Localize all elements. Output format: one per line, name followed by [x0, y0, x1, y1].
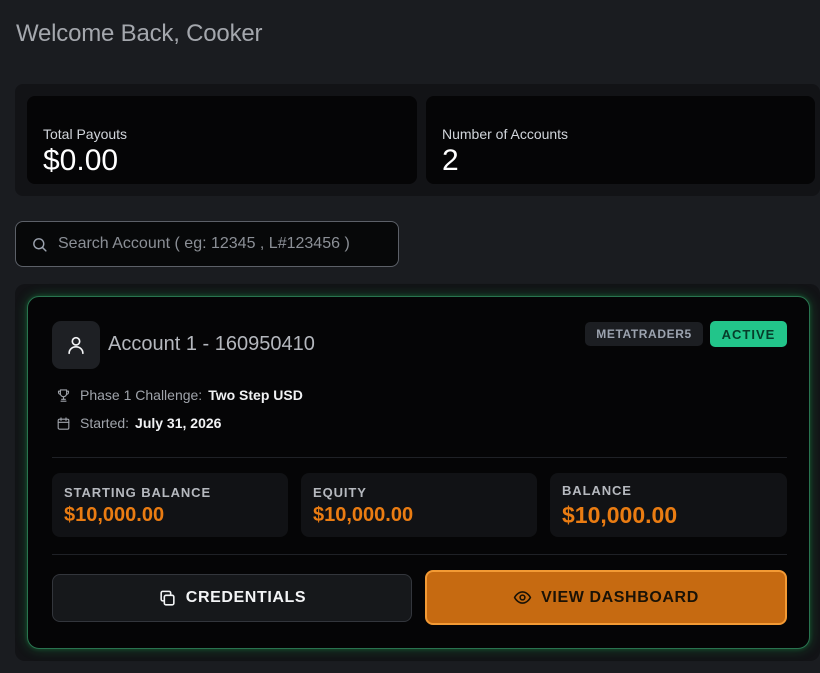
stat-value: $0.00 [43, 144, 119, 177]
stat-card-total-payouts: Total Payouts $0.00 [27, 96, 417, 184]
started-value: July 31, 2026 [135, 415, 222, 431]
calendar-icon [57, 416, 70, 430]
divider [52, 457, 787, 458]
balance-label: EQUITY [313, 485, 367, 500]
credentials-button-label: CREDENTIALS [185, 589, 307, 606]
user-icon [68, 336, 84, 355]
account-card: Account 1 - 160950410 METATRADER5 ACTIVE… [27, 296, 810, 649]
accounts-panel: Account 1 - 160950410 METATRADER5 ACTIVE… [15, 284, 820, 661]
started-label: Started: [80, 415, 130, 431]
trophy-icon [57, 388, 70, 402]
copy-icon [160, 590, 175, 606]
balance-label: STARTING BALANCE [64, 485, 212, 500]
divider [52, 554, 787, 555]
stat-value: 2 [442, 144, 459, 177]
account-title: Account 1 - 160950410 [108, 333, 315, 355]
stat-label: Total Payouts [43, 126, 128, 142]
balance-value: $10,000.00 [313, 504, 414, 526]
welcome-heading: Welcome Back, Cooker [16, 20, 263, 47]
search-input[interactable] [56, 228, 380, 260]
stats-panel: Total Payouts $0.00 Number of Accounts 2 [15, 84, 820, 196]
view-dashboard-button-label: VIEW DASHBOARD [541, 588, 699, 606]
balance-label: BALANCE [562, 483, 632, 498]
balance-value: $10,000.00 [64, 504, 165, 526]
eye-icon [513, 591, 532, 604]
equity-card: EQUITY $10,000.00 [301, 473, 537, 537]
starting-balance-card: STARTING BALANCE $10,000.00 [52, 473, 288, 537]
balance-value: $10,000.00 [562, 502, 678, 528]
credentials-button[interactable]: CREDENTIALS [52, 574, 412, 622]
account-avatar [52, 321, 100, 369]
phase-value: Two Step USD [208, 387, 303, 403]
phase-label: Phase 1 Challenge: [80, 387, 203, 403]
search-icon [33, 238, 47, 252]
platform-badge: METATRADER5 [585, 322, 703, 346]
status-badge: ACTIVE [710, 321, 787, 347]
stat-label: Number of Accounts [442, 126, 569, 142]
phase-row: Phase 1 Challenge: Two Step USD [56, 385, 303, 405]
stat-card-number-of-accounts: Number of Accounts 2 [426, 96, 815, 184]
dashboard-page: Welcome Back, Cooker Total Payouts $0.00… [0, 0, 820, 673]
balance-card: BALANCE $10,000.00 [550, 473, 787, 537]
search-box[interactable] [15, 221, 399, 267]
started-row: Started: July 31, 2026 [56, 413, 221, 433]
view-dashboard-button[interactable]: VIEW DASHBOARD [425, 570, 787, 625]
